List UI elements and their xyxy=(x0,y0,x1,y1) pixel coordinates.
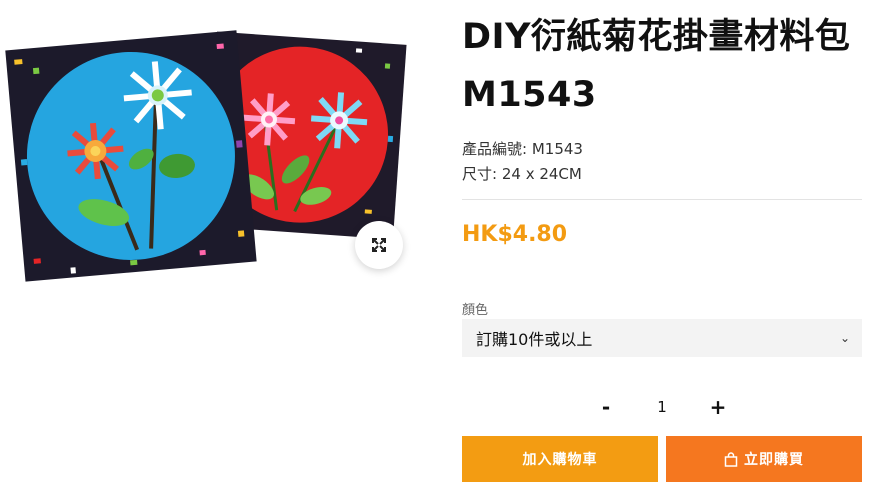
size-value: 24 x 24CM xyxy=(501,165,582,183)
product-gallery xyxy=(0,0,420,300)
zoom-button[interactable] xyxy=(355,221,403,269)
sku-row: 產品編號: M1543 xyxy=(462,137,583,162)
buy-now-label: 立即購買 xyxy=(744,452,804,468)
quantity-decrease-button[interactable]: - xyxy=(592,394,620,420)
expand-icon xyxy=(372,238,386,252)
buy-now-button[interactable]: 立即購買 xyxy=(666,436,862,482)
shopping-bag-icon xyxy=(724,451,738,467)
add-to-cart-button[interactable]: 加入購物車 xyxy=(462,436,658,482)
craft-card-blue xyxy=(5,30,257,282)
size-row: 尺寸: 24 x 24CM xyxy=(462,162,583,187)
quantity-increase-button[interactable]: + xyxy=(704,394,732,420)
sku-label: 產品編號: xyxy=(462,140,528,158)
color-select-value: 訂購10件或以上 xyxy=(476,330,593,349)
sku-value: M1543 xyxy=(531,140,583,158)
product-price: HK$4.80 xyxy=(462,222,568,247)
size-label: 尺寸: xyxy=(462,165,498,183)
variant-label: 顏色 xyxy=(462,303,489,318)
chevron-down-icon: ⌄ xyxy=(839,331,850,345)
divider xyxy=(462,199,862,200)
quantity-input[interactable]: 1 xyxy=(642,398,682,416)
product-title: DIY衍紙菊花掛畫材料包 M1543 xyxy=(462,17,851,115)
add-to-cart-label: 加入購物車 xyxy=(522,452,598,468)
color-select[interactable]: 訂購10件或以上 ⌄ xyxy=(462,319,862,357)
product-meta: 產品編號: M1543 尺寸: 24 x 24CM xyxy=(462,137,583,187)
quantity-stepper: - 1 + xyxy=(592,394,732,420)
